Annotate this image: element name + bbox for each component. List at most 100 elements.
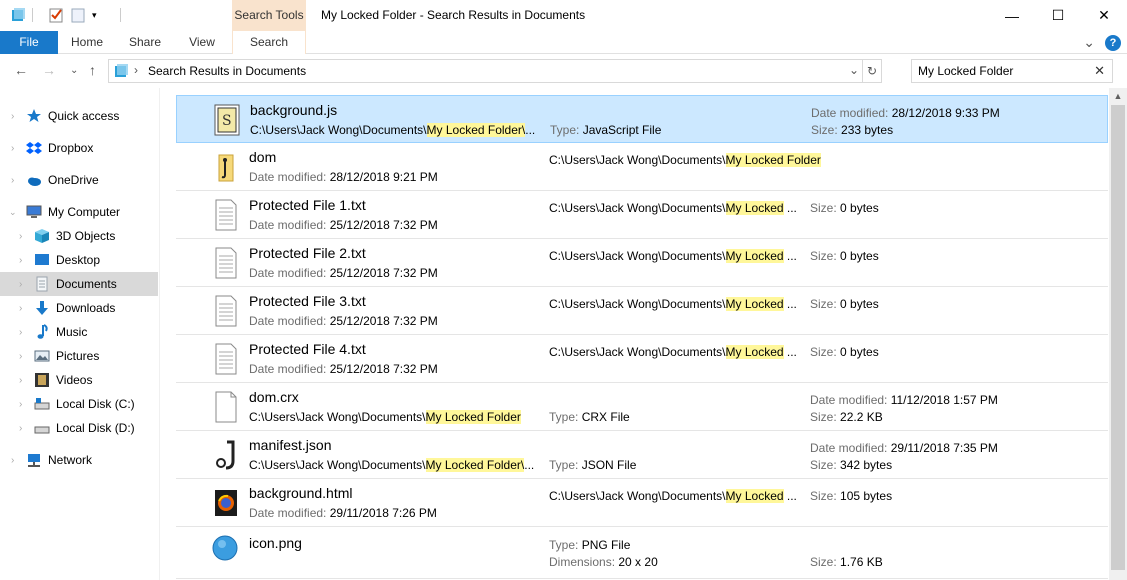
list-item[interactable]: manifest.json C:\Users\Jack Wong\Documen… <box>176 431 1108 479</box>
file-size: Size: 0 bytes <box>810 201 879 215</box>
tab-file[interactable]: File <box>0 31 58 54</box>
sidebar-item-label: Documents <box>56 277 117 291</box>
file-path: C:\Users\Jack Wong\Documents\My Locked .… <box>549 249 797 263</box>
date-modified: Date modified: 25/12/2018 7:32 PM <box>249 266 438 280</box>
sidebar-item-local-disk-d[interactable]: › Local Disk (D:) <box>0 416 158 440</box>
recent-locations-chevron-icon[interactable]: ⌄ <box>70 65 78 76</box>
sidebar-item-onedrive[interactable]: › OneDrive <box>0 168 158 192</box>
sidebar-item-music[interactable]: › Music <box>0 320 158 344</box>
file-name: Protected File 2.txt <box>249 245 366 261</box>
expand-ribbon-icon[interactable]: ⌄ <box>1083 34 1095 51</box>
sidebar-item-desktop[interactable]: › Desktop <box>0 248 158 272</box>
file-type: Type: JavaScript File <box>550 123 662 137</box>
vertical-scrollbar[interactable]: ▲ <box>1109 88 1127 580</box>
date-modified: Date modified: 25/12/2018 7:32 PM <box>249 362 438 376</box>
sidebar-item-label: Local Disk (C:) <box>56 397 135 411</box>
help-icon[interactable]: ? <box>1105 34 1121 51</box>
clear-search-icon[interactable]: ✕ <box>1094 63 1105 79</box>
list-item[interactable]: dom Date modified: 28/12/2018 9:21 PM C:… <box>176 143 1108 191</box>
date-modified: Date modified: 11/12/2018 1:57 PM <box>810 393 998 407</box>
window-title: My Locked Folder - Search Results in Doc… <box>321 8 586 22</box>
file-name: background.js <box>250 102 338 118</box>
date-modified: Date modified: 25/12/2018 7:32 PM <box>249 314 438 328</box>
explorer-app-icon[interactable] <box>10 7 26 23</box>
sidebar-item-videos[interactable]: › Videos <box>0 368 158 392</box>
navigation-pane: › Quick access › Dropbox › OneDrive ⌄ My… <box>0 88 160 580</box>
file-path: C:\Users\Jack Wong\Documents\My Locked F… <box>249 410 521 424</box>
search-results-list: S background.js C:\Users\Jack Wong\Docum… <box>161 88 1109 580</box>
sidebar-item-label: Desktop <box>56 253 101 267</box>
sidebar-item-local-disk-c[interactable]: › Local Disk (C:) <box>0 392 158 416</box>
file-size: Size: 22.2 KB <box>810 410 883 424</box>
title-bar: ▾ Search Tools My Locked Folder - Search… <box>0 0 1127 31</box>
back-arrow-icon[interactable]: ← <box>14 62 28 78</box>
png-image-icon <box>210 533 238 565</box>
image-dimensions: Dimensions: 20 x 20 <box>549 555 658 569</box>
new-folder-icon[interactable] <box>70 7 86 23</box>
up-arrow-icon[interactable]: ↑ <box>89 62 96 78</box>
date-modified: Date modified: 28/12/2018 9:33 PM <box>811 106 1000 120</box>
scroll-up-icon[interactable]: ▲ <box>1109 88 1127 105</box>
breadcrumb[interactable]: Search Results in Documents <box>148 64 306 78</box>
properties-icon[interactable] <box>48 7 64 23</box>
sidebar-item-label: Videos <box>56 373 93 387</box>
desktop-icon <box>34 252 50 268</box>
sidebar-item-pictures[interactable]: › Pictures <box>0 344 158 368</box>
search-input[interactable]: My Locked Folder ✕ <box>911 59 1113 83</box>
cube-icon <box>34 228 50 244</box>
forward-arrow-icon[interactable]: → <box>42 62 56 78</box>
star-icon <box>26 108 42 124</box>
list-item[interactable]: S background.js C:\Users\Jack Wong\Docum… <box>176 95 1108 143</box>
javascript-file-icon: S <box>214 104 240 136</box>
sidebar-item-dropbox[interactable]: › Dropbox <box>0 136 158 160</box>
date-modified: Date modified: 25/12/2018 7:32 PM <box>249 218 438 232</box>
list-item[interactable]: Protected File 1.txt Date modified: 25/1… <box>176 191 1108 239</box>
firefox-html-icon <box>213 487 239 519</box>
sidebar-item-label: Local Disk (D:) <box>56 421 135 435</box>
file-name: Protected File 1.txt <box>249 197 366 213</box>
list-item[interactable]: dom.crx C:\Users\Jack Wong\Documents\My … <box>176 383 1108 431</box>
drive-icon <box>34 420 50 436</box>
file-name: manifest.json <box>249 437 332 453</box>
sidebar-item-quick-access[interactable]: › Quick access <box>0 104 158 128</box>
drive-c-icon <box>34 396 50 412</box>
tab-home[interactable]: Home <box>58 31 116 54</box>
file-type: Type: JSON File <box>549 458 637 472</box>
pictures-icon <box>34 348 50 364</box>
maximize-button[interactable]: ☐ <box>1035 0 1081 31</box>
tab-view[interactable]: View <box>174 31 230 54</box>
sidebar-item-label: OneDrive <box>48 173 99 187</box>
customize-toolbar-icon[interactable]: ▾ <box>92 7 108 23</box>
scroll-thumb[interactable] <box>1111 105 1125 570</box>
sidebar-item-documents[interactable]: › Documents <box>0 272 158 296</box>
list-item[interactable]: icon.png Type: PNG File Dimensions: 20 x… <box>176 527 1108 579</box>
list-item[interactable]: Protected File 3.txt Date modified: 25/1… <box>176 287 1108 335</box>
file-size: Size: 0 bytes <box>810 249 879 263</box>
sidebar-item-my-computer[interactable]: ⌄ My Computer <box>0 200 158 224</box>
film-icon <box>34 372 50 388</box>
sidebar-item-network[interactable]: › Network <box>0 448 158 472</box>
minimize-button[interactable]: — <box>989 0 1035 31</box>
sidebar-item-3d-objects[interactable]: › 3D Objects <box>0 224 158 248</box>
list-item[interactable]: Protected File 2.txt Date modified: 25/1… <box>176 239 1108 287</box>
file-path: C:\Users\Jack Wong\Documents\My Locked F… <box>549 153 821 167</box>
date-modified: Date modified: 29/11/2018 7:26 PM <box>249 506 437 520</box>
refresh-icon[interactable]: ↻ <box>862 59 882 83</box>
sidebar-item-label: Network <box>48 453 93 467</box>
list-item[interactable]: background.html Date modified: 29/11/201… <box>176 479 1108 527</box>
sidebar-item-label: Dropbox <box>48 141 94 155</box>
quick-access-toolbar: ▾ <box>10 5 121 25</box>
list-item[interactable]: Protected File 4.txt Date modified: 25/1… <box>176 335 1108 383</box>
sidebar-item-downloads[interactable]: › Downloads <box>0 296 158 320</box>
file-name: dom.crx <box>249 389 299 405</box>
file-name: Protected File 4.txt <box>249 341 366 357</box>
tab-share[interactable]: Share <box>116 31 174 54</box>
tab-search[interactable]: Search <box>232 31 306 54</box>
address-dropdown-icon[interactable]: ⌄ <box>849 63 859 77</box>
close-button[interactable]: ✕ <box>1081 0 1127 31</box>
address-bar[interactable]: › Search Results in Documents ⌄ ↻ <box>108 59 882 83</box>
breadcrumb-separator-icon[interactable]: › <box>134 63 138 77</box>
file-name: background.html <box>249 485 353 501</box>
file-path: C:\Users\Jack Wong\Documents\My Locked .… <box>549 489 797 503</box>
file-size: Size: 1.76 KB <box>810 555 883 569</box>
